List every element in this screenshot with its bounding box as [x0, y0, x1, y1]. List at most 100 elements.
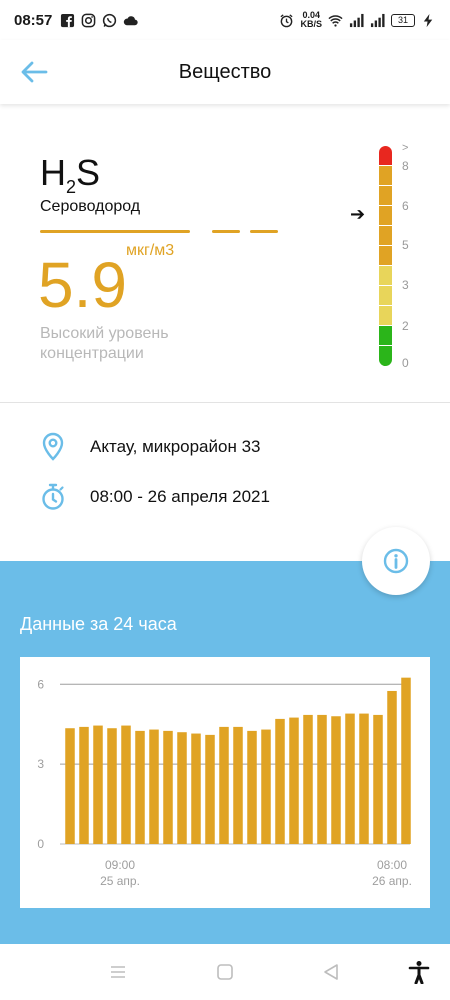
- scale-segment-green: [379, 326, 392, 345]
- chart-bar: [275, 718, 285, 844]
- scale-segment-red: [379, 146, 392, 165]
- chart-bar: [401, 677, 411, 844]
- chart-bar: [345, 713, 355, 844]
- y-tick-label: 0: [37, 837, 44, 851]
- chart-bar: [135, 730, 145, 844]
- chart-bar: [121, 725, 131, 844]
- stopwatch-icon: [42, 483, 64, 510]
- chart-section-title: Данные за 24 часа: [20, 614, 177, 634]
- x-tick-time: 08:00: [377, 858, 407, 872]
- location-text: Актау, микрорайон 33: [90, 437, 261, 456]
- location-pin-icon: [42, 432, 64, 461]
- chart-bar: [191, 733, 201, 844]
- chart-bar: [163, 730, 173, 844]
- scale-segment-green: [379, 346, 392, 366]
- substance-card: H2S Сероводород мкг/м3 5.9 Высокий урове…: [0, 116, 450, 402]
- chart-bar: [373, 714, 383, 844]
- datetime-text: 08:00 - 26 апреля 2021: [90, 487, 270, 506]
- scale-segment-yellow: [379, 306, 392, 325]
- charging-icon: [423, 13, 433, 27]
- formula-subscript: 2: [66, 177, 77, 198]
- chart-bar: [177, 732, 187, 844]
- chart-bar: [149, 729, 159, 844]
- whatsapp-icon: [103, 13, 117, 27]
- system-nav-bar: [0, 944, 450, 1000]
- scale-segment-orange: [379, 206, 392, 225]
- unit-label: мкг/м3: [126, 242, 175, 259]
- scale-segment-orange: [379, 226, 392, 245]
- page-title: Вещество: [178, 60, 272, 83]
- system-icons: 0.04 KB/S 31: [279, 11, 436, 29]
- scale-label: 5: [402, 238, 409, 252]
- alarm-icon: [280, 13, 294, 27]
- x-tick-time: 09:00: [105, 858, 135, 872]
- level-description: Высокий уровень концентрации: [40, 325, 169, 362]
- chart-bar: [359, 713, 369, 844]
- chart-bar: [289, 717, 299, 844]
- accessibility-icon[interactable]: [407, 960, 431, 984]
- info-button[interactable]: [362, 527, 430, 595]
- formula-main: H: [40, 152, 66, 193]
- dash-segment: [250, 230, 278, 233]
- bar-chart: 0 3 6 09:00 25 апр. 08:00 26 апр.: [37, 677, 412, 888]
- chart-bar: [107, 728, 117, 844]
- substance-name: Сероводород: [40, 198, 141, 215]
- formula-tail: S: [76, 152, 101, 193]
- chart-card: 0 3 6 09:00 25 апр. 08:00 26 апр.: [20, 657, 430, 908]
- network-speed: 0.04 KB/S: [300, 11, 322, 29]
- chemical-formula: H2S: [40, 152, 100, 198]
- scale-label: >: [402, 142, 409, 154]
- chart-bar: [93, 725, 103, 844]
- y-tick-label: 6: [37, 677, 44, 691]
- status-time: 08:57: [14, 11, 53, 29]
- scale-label: 8: [402, 159, 409, 173]
- scale-label: 2: [402, 319, 409, 333]
- level-pointer-arrow-icon: ➔: [350, 204, 366, 224]
- status-bar: 08:57 0.04 KB/S 31: [0, 0, 450, 40]
- x-tick-date: 25 апр.: [100, 874, 140, 888]
- signal-icon: [349, 13, 364, 27]
- section-divider: [0, 402, 450, 403]
- scale-segment-orange: [379, 186, 392, 205]
- scale-segment-orange: [379, 246, 392, 265]
- scale-segment-yellow: [379, 266, 392, 285]
- chart-bar: [317, 714, 327, 844]
- chart-bar: [331, 716, 341, 844]
- chart-bar: [247, 730, 257, 844]
- chart-bar: [65, 728, 75, 844]
- app-bar: Вещество: [0, 40, 450, 104]
- scale-label: 3: [402, 278, 409, 292]
- x-tick-date: 26 апр.: [372, 874, 412, 888]
- signal-icon-2: [370, 13, 385, 27]
- facebook-icon: [61, 13, 75, 27]
- instagram-icon: [82, 13, 96, 27]
- chart-bar: [219, 726, 229, 844]
- chart-bar: [261, 729, 271, 844]
- info-icon: [383, 548, 409, 574]
- dash-segment: [40, 230, 190, 233]
- chart-bar: [303, 714, 313, 844]
- y-tick-label: 3: [37, 757, 44, 771]
- chart-bar: [79, 726, 89, 844]
- back-arrow-icon[interactable]: [18, 58, 50, 86]
- chart-bar: [387, 690, 397, 844]
- chart-bar: [205, 734, 215, 844]
- cloud-icon: [124, 15, 139, 25]
- datetime-row: 08:00 - 26 апреля 2021: [40, 482, 270, 512]
- back-triangle-icon[interactable]: [319, 960, 343, 984]
- concentration-scale: [379, 146, 392, 366]
- wifi-icon: [328, 14, 343, 27]
- network-speed-unit: KB/S: [300, 19, 322, 29]
- scale-segment-orange: [379, 166, 392, 185]
- dash-segment: [212, 230, 240, 233]
- scale-segment-yellow: [379, 286, 392, 305]
- chart-bar: [233, 726, 243, 844]
- menu-icon[interactable]: [106, 960, 130, 984]
- home-icon[interactable]: [213, 960, 237, 984]
- concentration-value: 5.9: [38, 249, 127, 321]
- scale-label: 6: [402, 199, 409, 213]
- location-row: Актау, микрорайон 33: [40, 432, 260, 462]
- battery-indicator: 31: [391, 13, 415, 27]
- scale-label: 0: [402, 356, 409, 370]
- notification-icons: [60, 13, 139, 28]
